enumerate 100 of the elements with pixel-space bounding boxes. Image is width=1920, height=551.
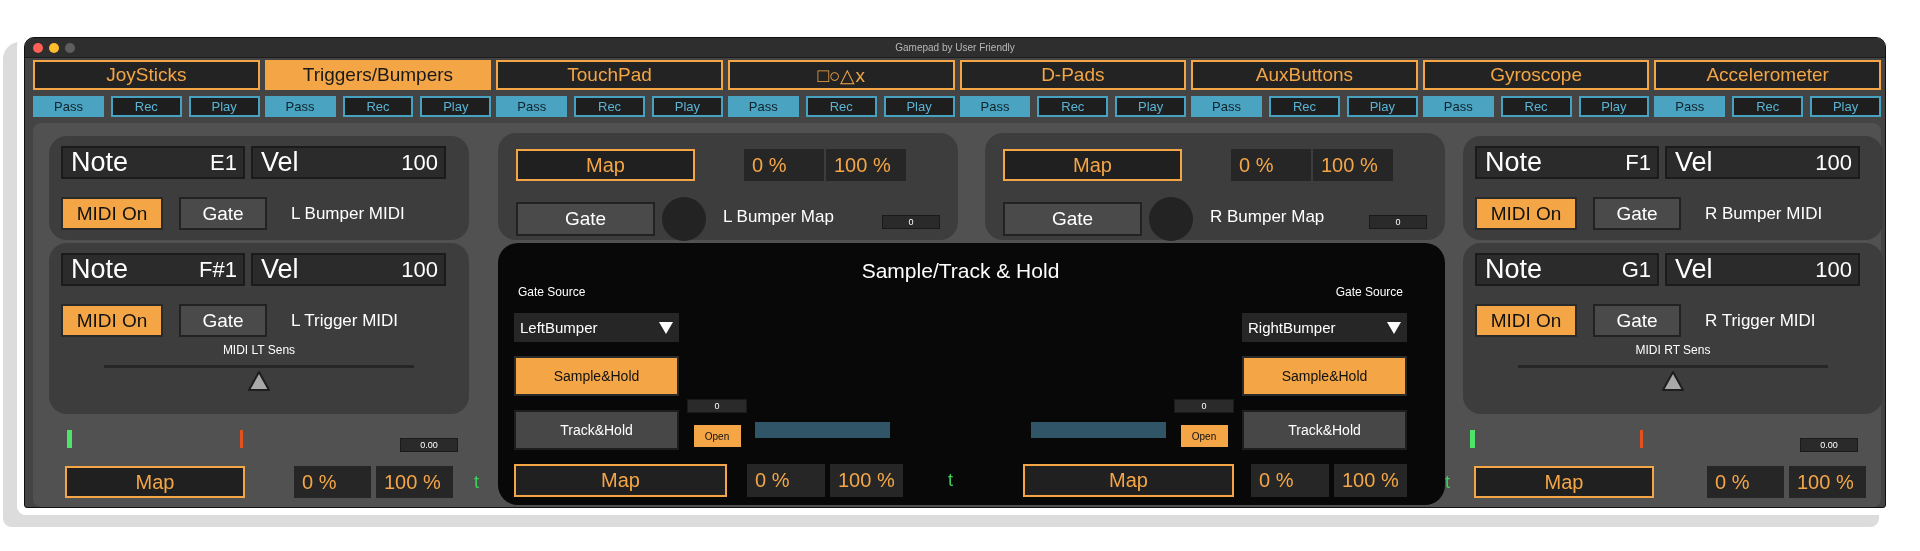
minimize-button[interactable] bbox=[49, 42, 59, 53]
meter-readout: 0.00 bbox=[1800, 438, 1858, 452]
midi-toggle[interactable]: MIDI On bbox=[1475, 197, 1577, 230]
tab[interactable]: AuxButtons bbox=[1191, 60, 1418, 90]
slider-thumb[interactable] bbox=[248, 371, 270, 391]
mode-button[interactable]: Pass bbox=[1654, 96, 1726, 117]
mode-button[interactable]: Rec bbox=[1732, 96, 1804, 117]
velocity-field[interactable]: Vel 100 bbox=[251, 146, 446, 179]
map-button[interactable]: Map bbox=[514, 464, 727, 497]
note-field[interactable]: Note G1 bbox=[1475, 253, 1659, 286]
mode-button[interactable]: Track&Hold bbox=[514, 410, 679, 450]
mode-button[interactable]: Play bbox=[1578, 96, 1650, 117]
value-readout: 0 bbox=[1174, 399, 1234, 413]
gate-button[interactable]: Gate bbox=[179, 304, 267, 337]
map-button[interactable]: Map bbox=[1474, 466, 1654, 498]
velocity-field[interactable]: Vel 100 bbox=[1665, 253, 1860, 286]
mode-button[interactable]: Sample&Hold bbox=[1242, 356, 1407, 396]
low-marker bbox=[1470, 430, 1475, 448]
indicator-light bbox=[1149, 197, 1193, 241]
mode-button[interactable]: Play bbox=[1115, 96, 1187, 117]
t-toggle[interactable]: t bbox=[474, 471, 479, 493]
low-marker bbox=[67, 430, 72, 448]
mode-button[interactable]: Pass bbox=[1191, 96, 1262, 117]
max-field[interactable]: 100 % bbox=[376, 466, 453, 498]
gate-button[interactable]: Gate bbox=[1593, 304, 1681, 337]
t-toggle[interactable]: t bbox=[948, 470, 953, 491]
map-button[interactable]: Map bbox=[1023, 464, 1234, 497]
mode-button[interactable]: Pass bbox=[1422, 96, 1494, 117]
gate-button[interactable]: Gate bbox=[1003, 202, 1142, 236]
gate-button[interactable]: Gate bbox=[516, 202, 655, 236]
max-field[interactable]: 100 % bbox=[830, 464, 903, 497]
value-readout: 0 bbox=[1369, 215, 1427, 229]
value-readout: 0 bbox=[882, 215, 940, 229]
map-button[interactable]: Map bbox=[65, 466, 245, 498]
t-toggle[interactable]: t bbox=[1445, 471, 1474, 493]
mode-button[interactable]: Sample&Hold bbox=[514, 356, 679, 396]
min-field[interactable]: 0 % bbox=[1251, 464, 1329, 497]
source-dropdown[interactable]: LeftBumper bbox=[514, 313, 679, 342]
mode-button[interactable]: Play bbox=[420, 96, 492, 117]
max-field[interactable]: 100 % bbox=[1334, 464, 1407, 497]
note-field[interactable]: Note F#1 bbox=[61, 253, 245, 286]
mode-button[interactable]: Rec bbox=[805, 96, 877, 117]
dropdown-arrow-icon bbox=[1387, 321, 1401, 334]
mode-button[interactable]: Play bbox=[188, 96, 260, 117]
max-field[interactable]: 100 % bbox=[1789, 466, 1866, 498]
tab[interactable]: Gyroscope bbox=[1422, 60, 1650, 90]
field-label: Gate Source bbox=[1335, 285, 1403, 299]
panel-label: R Trigger MIDI bbox=[1705, 310, 1816, 331]
tab[interactable]: D-Pads bbox=[959, 60, 1187, 90]
tab[interactable]: TouchPad bbox=[496, 60, 723, 90]
gate-button[interactable]: Gate bbox=[1593, 197, 1681, 230]
mode-button[interactable]: Track&Hold bbox=[1242, 410, 1407, 450]
gate-button[interactable]: Gate bbox=[179, 197, 267, 230]
velocity-field[interactable]: Vel 100 bbox=[1665, 146, 1860, 179]
window-title: Gamepad by User Friendly bbox=[895, 42, 1015, 53]
midi-toggle[interactable]: MIDI On bbox=[61, 197, 163, 230]
note-field[interactable]: Note F1 bbox=[1475, 146, 1659, 179]
field-label: Gate Source bbox=[518, 285, 587, 299]
mode-button[interactable]: Rec bbox=[1269, 96, 1340, 117]
mode-button[interactable]: Rec bbox=[342, 96, 414, 117]
panel-label: L Trigger MIDI bbox=[291, 310, 399, 331]
mode-button[interactable]: Rec bbox=[1037, 96, 1109, 117]
open-button[interactable]: Open bbox=[1180, 425, 1228, 447]
min-field[interactable]: 0 % bbox=[1231, 149, 1311, 181]
max-field[interactable]: 100 % bbox=[826, 149, 906, 181]
map-button[interactable]: Map bbox=[1003, 149, 1182, 181]
map-button[interactable]: Map bbox=[516, 149, 695, 181]
tab[interactable]: JoySticks bbox=[33, 60, 260, 90]
panel-label: R Bumper Map bbox=[1210, 207, 1325, 227]
mode-button[interactable]: Play bbox=[1346, 96, 1418, 117]
max-field[interactable]: 100 % bbox=[1313, 149, 1393, 181]
mode-button[interactable]: Play bbox=[883, 96, 955, 117]
note-field[interactable]: Note E1 bbox=[61, 146, 245, 179]
mode-button[interactable]: Rec bbox=[1500, 96, 1572, 117]
open-button[interactable]: Open bbox=[693, 425, 741, 447]
mode-button[interactable]: Rec bbox=[574, 96, 645, 117]
tab[interactable]: Accelerometer bbox=[1654, 60, 1881, 90]
tab[interactable]: Triggers/Bumpers bbox=[264, 60, 492, 90]
midi-toggle[interactable]: MIDI On bbox=[1475, 304, 1577, 337]
min-field[interactable]: 0 % bbox=[294, 466, 371, 498]
close-button[interactable] bbox=[33, 42, 43, 53]
min-field[interactable]: 0 % bbox=[744, 149, 824, 181]
mode-button[interactable]: Pass bbox=[33, 96, 104, 117]
mode-button[interactable]: Rec bbox=[110, 96, 182, 117]
velocity-field[interactable]: Vel 100 bbox=[251, 253, 446, 286]
panel-label: L Bumper Map bbox=[723, 207, 834, 227]
source-dropdown[interactable]: RightBumper bbox=[1242, 313, 1407, 342]
tab[interactable]: □○△x bbox=[727, 60, 955, 90]
mode-button[interactable]: Pass bbox=[496, 96, 568, 117]
mode-button[interactable]: Pass bbox=[264, 96, 336, 117]
slider-thumb[interactable] bbox=[1662, 371, 1684, 391]
mode-button[interactable]: Pass bbox=[959, 96, 1031, 117]
threshold-marker bbox=[1640, 430, 1643, 448]
mode-button[interactable]: Play bbox=[652, 96, 723, 117]
min-field[interactable]: 0 % bbox=[747, 464, 825, 497]
mode-button[interactable]: Play bbox=[1810, 96, 1881, 117]
mode-button[interactable]: Pass bbox=[727, 96, 799, 117]
value-readout: 0 bbox=[687, 399, 747, 413]
midi-toggle[interactable]: MIDI On bbox=[61, 304, 163, 337]
min-field[interactable]: 0 % bbox=[1707, 466, 1784, 498]
